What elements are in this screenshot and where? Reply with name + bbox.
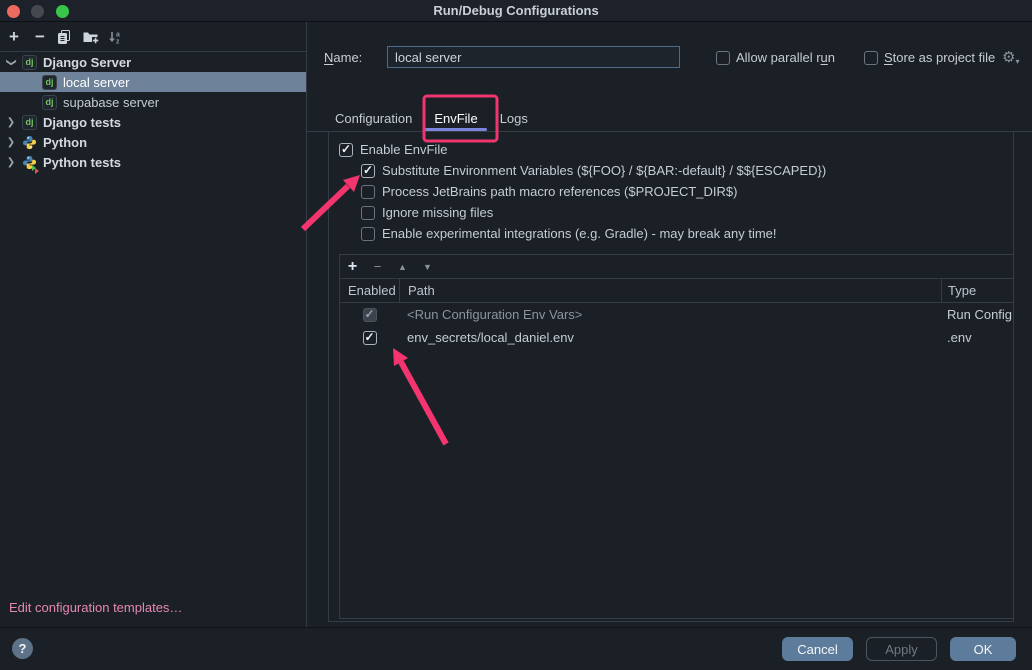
python-tests-icon <box>22 155 37 170</box>
enable-envfile-checkbox[interactable] <box>339 143 353 157</box>
store-as-project-file-checkbox[interactable] <box>864 51 878 65</box>
column-header-enabled[interactable]: Enabled <box>340 279 399 302</box>
allow-parallel-run-option: Allow parallel run <box>716 50 835 65</box>
option-substitute-env-vars: Substitute Environment Variables (${FOO}… <box>329 160 1013 181</box>
ignore-missing-files-checkbox[interactable] <box>361 206 375 220</box>
substitute-env-vars-checkbox[interactable] <box>361 164 375 178</box>
row-path: env_secrets/local_daniel.env <box>399 330 941 345</box>
python-icon <box>22 135 37 150</box>
svg-text:a: a <box>116 31 120 38</box>
django-icon: dj <box>42 95 57 110</box>
option-enable-envfile: Enable EnvFile <box>329 139 1013 160</box>
envfile-table-toolbar: + − ▲ ▼ <box>340 255 1013 279</box>
tree-item-django-server[interactable]: ❯ dj Django Server <box>0 52 306 72</box>
tab-configuration[interactable]: Configuration <box>324 106 423 131</box>
chevron-right-icon[interactable]: ❯ <box>4 117 18 128</box>
tab-envfile[interactable]: EnvFile <box>423 106 488 131</box>
configurations-sidebar: + − <box>0 22 307 627</box>
allow-parallel-run-label: Allow parallel run <box>736 50 835 65</box>
tree-item-django-tests[interactable]: ❯ dj Django tests <box>0 112 306 132</box>
cancel-button[interactable]: Cancel <box>782 637 853 661</box>
django-icon: dj <box>22 55 37 70</box>
process-path-macros-checkbox[interactable] <box>361 185 375 199</box>
ok-button[interactable]: OK <box>950 637 1016 661</box>
option-process-path-macros: Process JetBrains path macro references … <box>329 181 1013 202</box>
row-enabled-checkbox <box>363 308 377 322</box>
row-enabled-checkbox[interactable] <box>363 331 377 345</box>
option-experimental-integrations: Enable experimental integrations (e.g. G… <box>329 223 1013 244</box>
help-button[interactable]: ? <box>12 638 33 659</box>
chevron-down-icon[interactable]: ❯ <box>6 55 17 69</box>
svg-text:z: z <box>116 38 120 45</box>
sort-alphabetically-icon[interactable]: a z <box>104 26 126 48</box>
store-settings-gear-icon[interactable]: ⚙▾ <box>1002 48 1019 66</box>
remove-envfile-icon[interactable]: − <box>365 259 390 274</box>
envfile-table-header: Enabled Path Type <box>340 279 1013 303</box>
row-path: <Run Configuration Env Vars> <box>399 307 941 322</box>
configuration-detail-panel: Name: Allow parallel run Store as projec… <box>307 22 1032 627</box>
copy-configuration-icon[interactable] <box>53 26 75 48</box>
edit-configuration-templates-link[interactable]: Edit configuration templates… <box>9 600 182 615</box>
name-input[interactable] <box>387 46 680 68</box>
store-as-project-file-option: Store as project file <box>864 50 995 65</box>
envfile-tab-content: Enable EnvFile Substitute Environment Va… <box>328 131 1014 622</box>
tree-item-python-tests[interactable]: ❯ Python tests <box>0 152 306 172</box>
chevron-right-icon[interactable]: ❯ <box>4 157 18 168</box>
detail-tabs: Configuration EnvFile Logs <box>307 106 539 131</box>
store-as-project-file-label: Store as project file <box>884 50 995 65</box>
table-row-run-config-env-vars[interactable]: <Run Configuration Env Vars> Run Config <box>340 303 1013 326</box>
django-icon: dj <box>42 75 57 90</box>
configurations-tree: ❯ dj Django Server dj local server dj su… <box>0 52 306 172</box>
remove-configuration-icon[interactable]: − <box>29 26 51 48</box>
column-header-type[interactable]: Type <box>941 279 1013 302</box>
envfile-options: Enable EnvFile Substitute Environment Va… <box>329 131 1013 244</box>
move-down-icon[interactable]: ▼ <box>415 262 440 272</box>
tree-item-supabase-server[interactable]: dj supabase server <box>0 92 306 112</box>
row-type: .env <box>941 330 1013 345</box>
tab-logs[interactable]: Logs <box>489 106 539 131</box>
add-configuration-icon[interactable]: + <box>3 26 25 48</box>
column-header-path[interactable]: Path <box>399 279 941 302</box>
run-debug-configurations-dialog: Run/Debug Configurations + − <box>0 0 1032 670</box>
envfile-table: + − ▲ ▼ Enabled Path Type <Run Configura… <box>339 254 1014 619</box>
titlebar: Run/Debug Configurations <box>0 0 1032 22</box>
chevron-right-icon[interactable]: ❯ <box>4 137 18 148</box>
window-title: Run/Debug Configurations <box>0 3 1032 18</box>
apply-button[interactable]: Apply <box>866 637 937 661</box>
add-envfile-icon[interactable]: + <box>340 258 365 276</box>
move-up-icon[interactable]: ▲ <box>390 262 415 272</box>
name-label: Name: <box>324 50 362 65</box>
option-ignore-missing-files: Ignore missing files <box>329 202 1013 223</box>
new-folder-icon[interactable] <box>79 26 101 48</box>
experimental-integrations-checkbox[interactable] <box>361 227 375 241</box>
table-row-env-secrets[interactable]: env_secrets/local_daniel.env .env <box>340 326 1013 349</box>
tree-item-python[interactable]: ❯ Python <box>0 132 306 152</box>
row-type: Run Config <box>941 307 1013 322</box>
sidebar-toolbar: + − <box>0 22 306 52</box>
dialog-footer: ? Cancel Apply OK <box>0 627 1032 670</box>
django-tests-icon: dj <box>22 115 37 130</box>
tree-item-local-server[interactable]: dj local server <box>0 72 306 92</box>
allow-parallel-run-checkbox[interactable] <box>716 51 730 65</box>
